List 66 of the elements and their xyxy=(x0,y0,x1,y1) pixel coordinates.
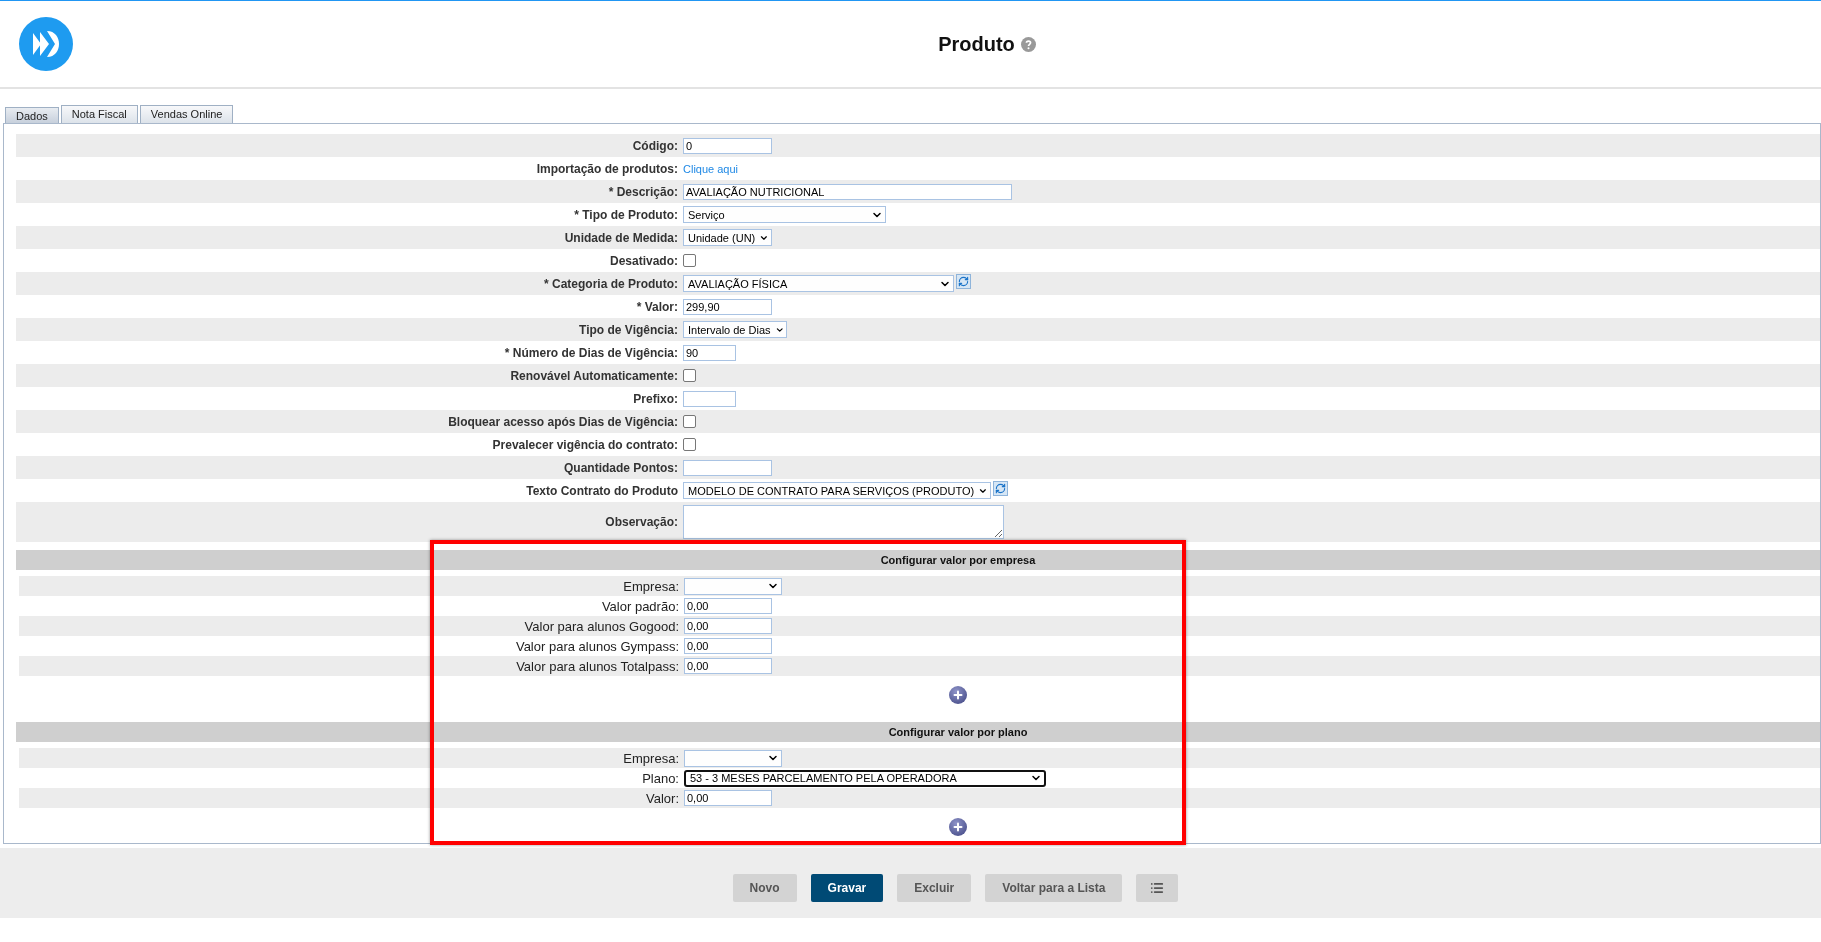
input-field[interactable]: 0,00 xyxy=(684,598,772,614)
field-label: * Tipo de Produto: xyxy=(573,207,678,222)
checkbox[interactable] xyxy=(683,438,696,451)
input-field[interactable]: 90 xyxy=(683,344,736,361)
input-field[interactable] xyxy=(683,459,772,476)
field-label: Quantidade Pontos: xyxy=(563,460,678,475)
section-title: Configurar valor por empresa xyxy=(880,554,1036,566)
field-label: Empresa: xyxy=(622,578,679,594)
list-button[interactable] xyxy=(1136,874,1179,902)
field-label: * Descrição: xyxy=(607,184,678,199)
field-label: Valor: xyxy=(645,790,679,806)
field-label: Desativado: xyxy=(608,253,678,268)
list-icon xyxy=(1150,881,1165,895)
dropdown[interactable]: Unidade (UN) xyxy=(683,229,772,246)
import-link[interactable]: Clique aqui xyxy=(683,162,739,175)
refresh-icon[interactable] xyxy=(993,481,1008,496)
field-label: Valor para alunos Totalpass: xyxy=(515,658,679,674)
save-button[interactable]: Gravar xyxy=(810,874,884,902)
field-label: Bloquear acesso após Dias de Vigência: xyxy=(447,414,678,429)
field-label: Valor padrão: xyxy=(600,598,679,614)
field-label: Unidade de Medida: xyxy=(563,230,678,245)
field-label: Observação: xyxy=(604,515,678,529)
checkbox[interactable] xyxy=(683,254,696,267)
input-field[interactable]: 0,00 xyxy=(684,658,772,674)
action-button[interactable]: Novo xyxy=(732,874,797,902)
tab[interactable]: Vendas Online xyxy=(139,105,234,123)
refresh-icon[interactable] xyxy=(956,274,971,289)
dropdown[interactable]: 53 - 3 MESES PARCELAMENTO PELA OPERADORA xyxy=(684,769,1046,787)
add-icon[interactable] xyxy=(949,818,967,836)
field-label: Código: xyxy=(631,138,678,153)
field-label: Empresa: xyxy=(622,750,679,766)
field-label: Prevalecer vigência do contrato: xyxy=(491,437,678,452)
field-label: Valor para alunos Gogood: xyxy=(523,618,679,634)
field-label: * Valor: xyxy=(635,299,678,314)
field-label: Plano: xyxy=(641,770,679,786)
input-field[interactable] xyxy=(683,390,736,407)
tab[interactable]: Nota Fiscal xyxy=(60,105,138,123)
checkbox[interactable] xyxy=(683,369,696,382)
input-field[interactable]: 299,90 xyxy=(683,298,772,315)
add-icon[interactable] xyxy=(949,686,967,704)
field-label: Valor para alunos Gympass: xyxy=(514,638,679,654)
section-title: Configurar valor por plano xyxy=(888,726,1028,738)
action-button[interactable]: Excluir xyxy=(897,874,972,902)
dropdown[interactable]: MODELO DE CONTRATO PARA SERVIÇOS (PRODUTO) xyxy=(683,482,991,499)
field-label: Prefixo: xyxy=(632,391,678,406)
dropdown[interactable]: Intervalo de Dias xyxy=(683,321,787,338)
page-title: Produto xyxy=(938,32,1015,56)
field-label: Tipo de Vigência: xyxy=(578,322,678,337)
tab[interactable]: Dados xyxy=(5,107,59,123)
text-area[interactable] xyxy=(683,505,1004,539)
input-field[interactable]: 0 xyxy=(683,137,772,154)
field-label: Importação de produtos: xyxy=(535,161,678,176)
field-label: Renovável Automaticamente: xyxy=(509,368,678,383)
help-icon[interactable] xyxy=(1020,36,1036,52)
input-field[interactable]: AVALIAÇÃO NUTRICIONAL xyxy=(683,183,1012,200)
action-button[interactable]: Voltar para a Lista xyxy=(985,874,1123,902)
dropdown[interactable]: AVALIAÇÃO FÍSICA xyxy=(683,275,954,292)
input-field[interactable]: 0,00 xyxy=(684,638,772,654)
field-label: Texto Contrato do Produto xyxy=(525,483,678,498)
dropdown[interactable]: Serviço xyxy=(683,206,886,223)
logo xyxy=(19,17,73,71)
field-label: * Número de Dias de Vigência: xyxy=(503,345,678,360)
field-label: * Categoria de Produto: xyxy=(543,276,678,291)
input-field[interactable]: 0,00 xyxy=(684,618,772,634)
checkbox[interactable] xyxy=(683,415,696,428)
input-field[interactable]: 0,00 xyxy=(684,790,772,806)
